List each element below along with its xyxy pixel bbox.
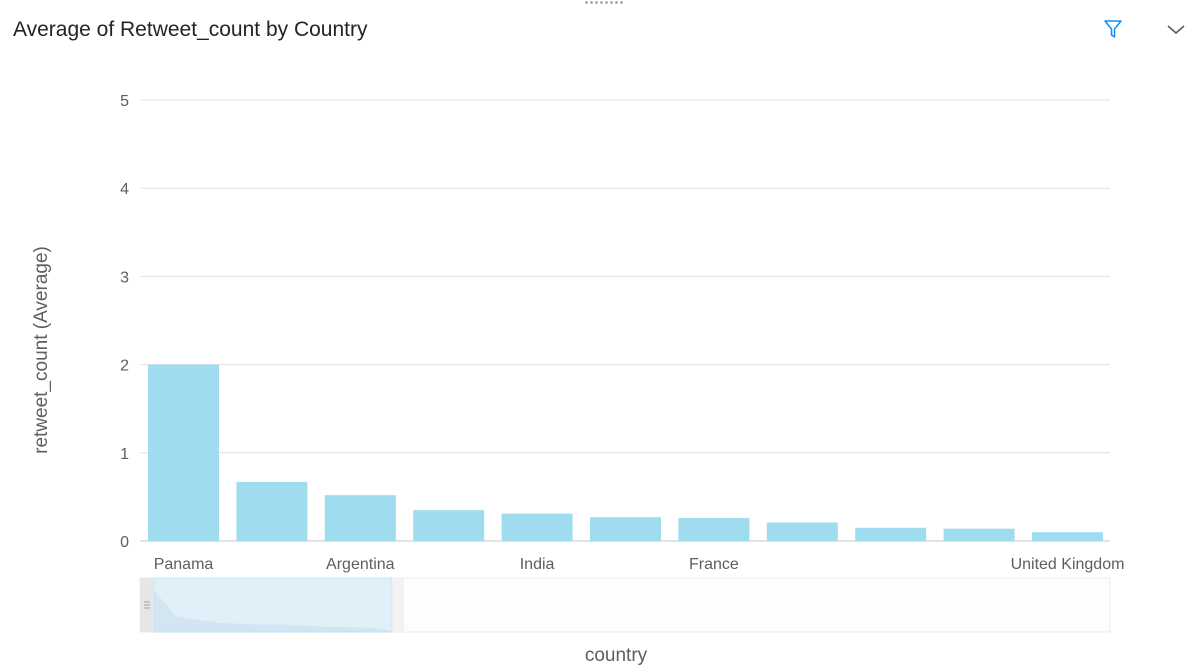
x-tick-label: Panama xyxy=(154,556,214,573)
scrollbar-thumb[interactable] xyxy=(153,577,393,633)
x-tick-label: France xyxy=(689,556,739,573)
bar[interactable] xyxy=(236,481,308,541)
y-tick-label: 1 xyxy=(120,446,129,463)
y-tick-label: 3 xyxy=(120,269,129,286)
y-tick-label: 4 xyxy=(120,181,129,198)
bar[interactable] xyxy=(413,510,485,541)
bar[interactable] xyxy=(943,528,1015,541)
bar[interactable] xyxy=(855,527,927,541)
y-tick-label: 0 xyxy=(120,534,129,551)
y-axis-title: retweet_count (Average) xyxy=(31,246,52,454)
bar-chart: 0 1 2 3 4 5 Panama Argentina India France United … xyxy=(31,93,1125,666)
y-axis-ticks: 0 1 2 3 4 5 xyxy=(120,93,129,551)
bar[interactable] xyxy=(324,495,396,541)
x-tick-label: Argentina xyxy=(326,556,395,573)
bar[interactable] xyxy=(1032,532,1103,541)
scrollbar-right-handle[interactable] xyxy=(392,578,405,632)
bar[interactable] xyxy=(678,518,750,541)
x-axis-title: country xyxy=(585,645,648,666)
bar[interactable] xyxy=(501,513,573,541)
bar[interactable] xyxy=(766,522,838,541)
bar[interactable] xyxy=(148,364,219,541)
gridlines xyxy=(140,99,1110,542)
y-tick-label: 2 xyxy=(120,358,129,375)
x-tick-label: India xyxy=(520,556,555,573)
x-tick-label: United Kingdom xyxy=(1011,556,1125,573)
x-axis-scrollbar[interactable] xyxy=(139,577,1111,633)
y-tick-label: 5 xyxy=(120,93,129,110)
bar[interactable] xyxy=(590,517,661,541)
x-axis-ticks: Panama Argentina India France United Kingdom xyxy=(154,556,1125,573)
